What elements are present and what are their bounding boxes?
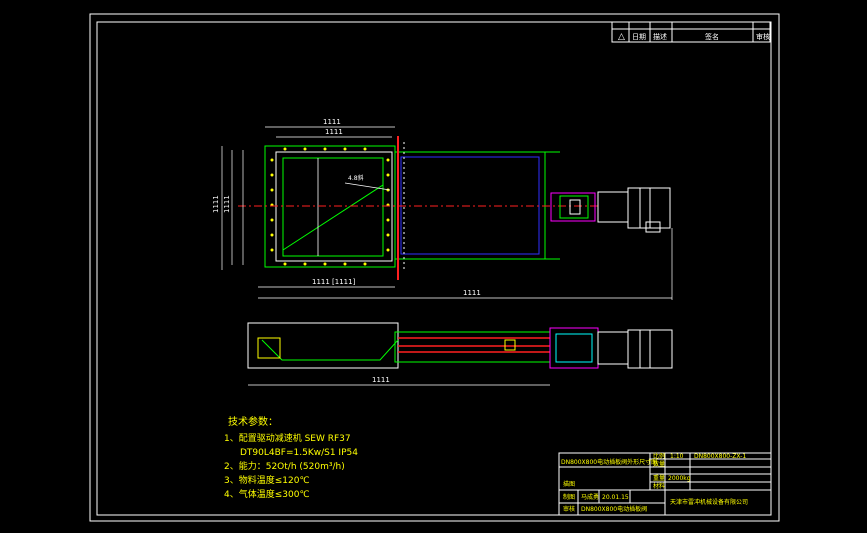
tb-drawn-label: 制图 bbox=[563, 493, 575, 501]
tb-company: 天津市雷冲机械设备有限公司 bbox=[670, 498, 748, 506]
notes-line-3: 2、能力：52Ot/h (520m³/h) bbox=[224, 460, 345, 472]
elev-gearbox bbox=[597, 331, 629, 365]
dim-overall-length: 1111 bbox=[463, 289, 481, 297]
title-block: DN800X800电动插板阀外形尺寸图 比例 1:10 DN800X800-ZX… bbox=[558, 452, 772, 516]
notes-line-4: 3、物料温度≤120℃ bbox=[224, 474, 310, 486]
elev-housing bbox=[394, 331, 551, 363]
plan-view: 1111 1111 1111 1111 1111 [1111] 1111 4.8… bbox=[212, 118, 673, 300]
tb-approve-label: 审核 bbox=[563, 505, 575, 513]
tb-drawing-no: DN800X800-ZX-1 bbox=[694, 453, 746, 460]
tb-weight-label: 重量 bbox=[653, 474, 665, 482]
tb-material-label: 材料 bbox=[653, 482, 665, 490]
notes-line-1: 1、配置驱动减速机 SEW RF37 bbox=[224, 432, 351, 444]
rev-header-date: 日期 bbox=[632, 33, 646, 41]
notes-title: 技术参数： bbox=[228, 415, 278, 428]
revision-table: △ 日期 描述 签名 审核 bbox=[611, 21, 771, 43]
tb-date: 20.01.15 bbox=[602, 494, 629, 501]
dim-angle-note: 4.8斜 bbox=[348, 174, 364, 182]
tb-qty-label: 数量 bbox=[653, 460, 665, 468]
cad-viewport[interactable]: △ 日期 描述 签名 审核 1111 1111 1111 1111 1111 [… bbox=[0, 0, 867, 533]
rev-header-delta: △ bbox=[618, 32, 625, 42]
gearbox bbox=[597, 191, 629, 223]
tb-drawing-name: DN800X800电动插板阀外形尺寸图 bbox=[561, 458, 657, 466]
elev-hopper bbox=[261, 339, 399, 361]
tb-drawn-by: 马成勇 bbox=[581, 493, 599, 501]
dim-top-inner: 1111 bbox=[325, 128, 343, 136]
opening bbox=[282, 157, 384, 257]
dim-side-length: 1111 bbox=[372, 376, 390, 384]
tb-scale-label: 比例 bbox=[653, 452, 665, 460]
tb-weight-value: 2000kg bbox=[668, 475, 691, 482]
tb-scale-value: 1:10 bbox=[670, 453, 684, 460]
dim-bottom-inner: 1111 [1111] bbox=[312, 278, 356, 286]
elevation-view: 1111 bbox=[247, 322, 673, 386]
sheet-outer-border bbox=[89, 13, 780, 522]
tb-check-label: 描图 bbox=[563, 480, 575, 488]
rev-header-sign: 签名 bbox=[705, 32, 719, 41]
dim-top-width: 1111 bbox=[323, 118, 341, 126]
dim-left-height: 1111 bbox=[212, 195, 220, 213]
tb-product-name: DN800X800电动插板阀 bbox=[581, 505, 647, 513]
elev-frame bbox=[247, 322, 399, 369]
rev-header-desc: 描述 bbox=[653, 32, 667, 41]
technical-notes: 技术参数： 1、配置驱动减速机 SEW RF37 DT90L4BF=1.5Kw/… bbox=[224, 415, 358, 500]
notes-line-5: 4、气体温度≤300℃ bbox=[224, 488, 310, 500]
sheet-inner-border bbox=[96, 21, 772, 516]
rev-header-check: 审核 bbox=[756, 32, 770, 41]
drawing-canvas: △ 日期 描述 签名 审核 1111 1111 1111 1111 1111 [… bbox=[89, 13, 780, 522]
notes-line-2: DT90L4BF=1.5Kw/S1 IP54 bbox=[240, 448, 358, 458]
gate-diagonal bbox=[282, 184, 384, 251]
dim-left-height2: 1111 bbox=[223, 195, 231, 213]
